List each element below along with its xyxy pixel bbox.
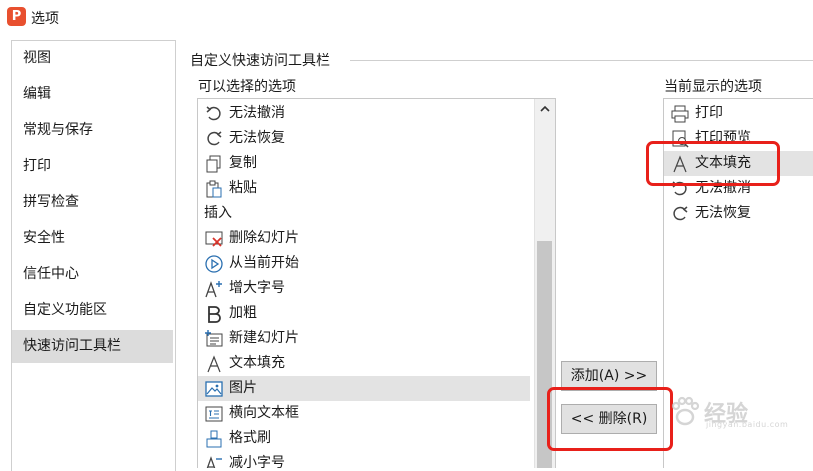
group-divider [350, 60, 813, 61]
list-item-label: 横向文本框 [229, 405, 299, 421]
sidebar-item-print[interactable]: 打印 [12, 150, 173, 183]
list-item[interactable]: 复制 [198, 151, 530, 176]
undo-icon [206, 106, 221, 121]
list-item-label: 加粗 [229, 305, 257, 321]
sidebar-item-customize-ribbon[interactable]: 自定义功能区 [12, 294, 173, 327]
list-item-label: 格式刷 [229, 430, 271, 446]
new-slide-icon [205, 330, 223, 347]
list-item-label: 文本填充 [229, 355, 285, 371]
paste-icon [206, 180, 222, 198]
list-item[interactable]: 加粗 [198, 301, 530, 326]
delete-slide-icon [205, 231, 223, 247]
list-item-label: 无法恢复 [695, 205, 751, 221]
list-item[interactable]: 无法撤消 [198, 101, 530, 126]
sidebar-item-general-save[interactable]: 常规与保存 [12, 114, 173, 147]
list-item-label: 粘贴 [229, 180, 257, 196]
list-item[interactable]: 减小字号 [198, 451, 530, 468]
picture-icon [205, 381, 223, 397]
list-item-label: 图片 [229, 380, 257, 396]
list-category-label: 插入 [204, 205, 232, 221]
list-item-label: 复制 [229, 155, 257, 171]
play-icon [205, 255, 223, 273]
text-fill-icon [207, 355, 221, 373]
textbox-icon [205, 406, 223, 422]
list-item[interactable]: 文本填充 [198, 351, 530, 376]
list-item[interactable]: 格式刷 [198, 426, 530, 451]
copy-icon [206, 155, 221, 173]
list-item-label: 新建幻灯片 [229, 330, 299, 346]
list-item[interactable]: 横向文本框 [198, 401, 530, 426]
list-item[interactable]: 打印 [664, 101, 813, 126]
list-item[interactable]: 删除幻灯片 [198, 226, 530, 251]
redo-icon [673, 206, 688, 221]
sidebar-item-trust-center[interactable]: 信任中心 [12, 258, 173, 291]
sidebar-item-view[interactable]: 视图 [12, 42, 173, 75]
list-item[interactable]: 新建幻灯片 [198, 326, 530, 351]
group-title: 自定义快速访问工具栏 [190, 50, 334, 70]
available-label: 可以选择的选项 [198, 79, 296, 95]
bold-icon [208, 306, 221, 323]
list-item[interactable]: 无法恢复 [664, 201, 813, 226]
redo-icon [207, 131, 222, 146]
list-item-label: 从当前开始 [229, 255, 299, 271]
highlight-box-remove-button [547, 387, 673, 451]
chevron-up-icon[interactable] [535, 99, 555, 119]
format-painter-icon [206, 430, 222, 448]
list-item-label: 删除幻灯片 [229, 230, 299, 246]
list-item[interactable]: 无法恢复 [198, 126, 530, 151]
highlight-box-current-item [646, 141, 780, 186]
list-item[interactable]: 从当前开始 [198, 251, 530, 276]
sidebar-item-edit[interactable]: 编辑 [12, 78, 173, 111]
sidebar-item-spellcheck[interactable]: 拼写检查 [12, 186, 173, 219]
paw-logo-icon [671, 396, 700, 426]
watermark: 经验 jingyan.baidu.com [668, 392, 813, 432]
list-category: 插入 [198, 201, 530, 226]
list-item-label: 无法恢复 [229, 130, 285, 146]
list-item-label: 增大字号 [229, 280, 285, 296]
font-decrease-icon [206, 456, 222, 468]
sidebar-item-security[interactable]: 安全性 [12, 222, 173, 255]
list-item-label: 无法撤消 [229, 105, 285, 121]
list-item-label: 减小字号 [229, 455, 285, 468]
watermark-subtext: jingyan.baidu.com [706, 420, 789, 429]
sidebar-item-quick-access-toolbar[interactable]: 快速访问工具栏 [12, 330, 173, 363]
available-commands-list[interactable]: 无法撤消 无法恢复 复制 粘贴 插入 删除幻灯片 从当前开始 增大字号 加粗 新… [197, 98, 556, 468]
font-increase-icon [205, 281, 222, 298]
window-title: 选项 [31, 11, 59, 27]
options-sidebar: 视图 编辑 常规与保存 打印 拼写检查 安全性 信任中心 自定义功能区 快速访问… [11, 40, 176, 471]
print-icon [671, 105, 689, 123]
list-item[interactable]: 粘贴 [198, 176, 530, 201]
app-logo-icon: P [7, 7, 26, 26]
list-item-label: 打印 [695, 105, 723, 121]
current-label: 当前显示的选项 [664, 79, 762, 95]
list-item[interactable]: 图片 [198, 376, 530, 401]
title-bar: P 选项 [0, 0, 813, 33]
list-item[interactable]: 增大字号 [198, 276, 530, 301]
